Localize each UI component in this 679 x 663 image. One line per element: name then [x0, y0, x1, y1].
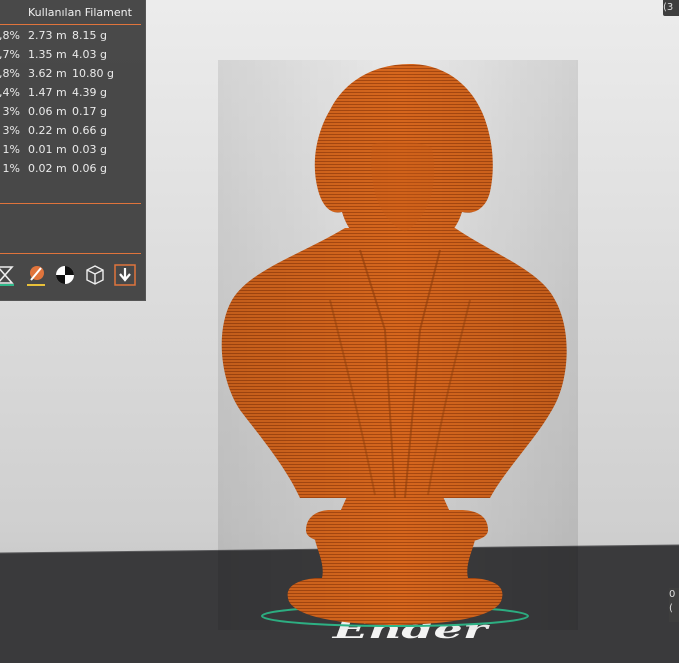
length-value: 0.01 m [28, 143, 67, 156]
length-value: 0.06 m [28, 105, 67, 118]
weight-value: 10.80 g [72, 67, 114, 80]
percent-value: 3% [2, 105, 20, 118]
filament-row: 3,8% 2.73 m 8.15 g [0, 27, 145, 45]
weight-value: 0.03 g [72, 143, 107, 156]
percent-value: 2,4% [0, 86, 20, 99]
percent-value: 1% [2, 162, 20, 175]
filament-usage-panel: Kullanılan Filament 3,8% 2.73 m 8.15 g 5,7%… [0, 0, 146, 301]
length-value: 1.35 m [28, 48, 67, 61]
length-value: 1.47 m [28, 86, 67, 99]
length-value: 0.02 m [28, 162, 67, 175]
length-value: 0.22 m [28, 124, 67, 137]
header-divider [0, 24, 141, 25]
bottom-right-label: 0 ( [669, 588, 679, 622]
wireframe-cube-icon[interactable] [84, 264, 106, 286]
weight-value: 4.39 g [72, 86, 107, 99]
panel-header: Kullanılan Filament [28, 6, 132, 19]
percent-value: 1% [2, 143, 20, 156]
weight-value: 0.66 g [72, 124, 107, 137]
filament-row: 3,8% 3.62 m 10.80 g [0, 65, 145, 83]
filament-row: 1% 0.01 m 0.03 g [0, 141, 145, 159]
filament-row: 3% 0.22 m 0.66 g [0, 122, 145, 140]
paint-brush-icon[interactable] [25, 264, 47, 286]
filament-row: 3% 0.06 m 0.17 g [0, 103, 145, 121]
percent-value: 3,8% [0, 67, 20, 80]
divider [0, 203, 141, 204]
divider [0, 253, 141, 254]
bust-model[interactable] [218, 60, 578, 630]
percent-value: 3% [2, 124, 20, 137]
weight-value: 0.17 g [72, 105, 107, 118]
length-value: 2.73 m [28, 29, 67, 42]
percent-value: 3,8% [0, 29, 20, 42]
percent-value: 5,7% [0, 48, 20, 61]
filament-row: 5,7% 1.35 m 4.03 g [0, 46, 145, 64]
weight-value: 4.03 g [72, 48, 107, 61]
download-arrow-icon[interactable] [114, 264, 136, 286]
top-right-label: (3 [663, 0, 679, 16]
hourglass-icon[interactable] [0, 264, 16, 286]
filament-row: 2,4% 1.47 m 4.39 g [0, 84, 145, 102]
weight-value: 8.15 g [72, 29, 107, 42]
length-value: 3.62 m [28, 67, 67, 80]
filament-row: 1% 0.02 m 0.06 g [0, 160, 145, 178]
contrast-circle-icon[interactable] [54, 264, 76, 286]
weight-value: 0.06 g [72, 162, 107, 175]
